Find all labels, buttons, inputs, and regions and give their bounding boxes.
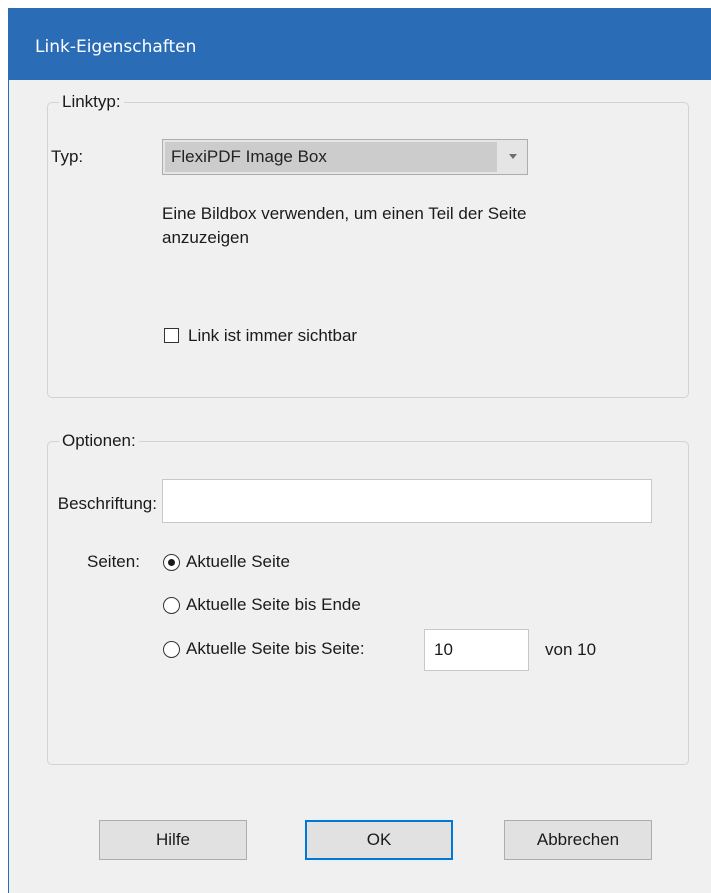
cancel-button[interactable]: Abbrechen — [504, 820, 652, 860]
to-page-input[interactable]: 10 — [424, 629, 529, 671]
radio-current-to-end[interactable] — [163, 597, 180, 614]
always-visible-label[interactable]: Link ist immer sichtbar — [188, 326, 357, 346]
caption-input[interactable] — [162, 479, 652, 523]
radio-current-to-page[interactable] — [163, 641, 180, 658]
radio-current-to-end-label[interactable]: Aktuelle Seite bis Ende — [186, 595, 361, 615]
chevron-down-icon — [509, 154, 517, 159]
of-pages-text: von 10 — [545, 640, 597, 659]
radio-current-page[interactable] — [163, 554, 180, 571]
caption-label-clip: Beschriftung: — [49, 489, 157, 519]
options-group-label: Optionen: — [59, 430, 139, 452]
radio-current-to-page-label[interactable]: Aktuelle Seite bis Seite: — [186, 639, 365, 659]
to-page-input-value: 10 — [434, 640, 453, 659]
type-description-line1: Eine Bildbox verwenden, um einen Teil de… — [162, 204, 527, 223]
window-title: Link-Eigenschaften — [35, 37, 197, 57]
linktype-group-label: Linktyp: — [59, 91, 124, 113]
radio-selected-dot — [168, 559, 175, 566]
type-dropdown-value: FlexiPDF Image Box — [171, 147, 327, 166]
pages-label: Seiten: — [87, 552, 140, 571]
type-description-line2: anzuzeigen — [162, 228, 249, 247]
type-label: Typ: — [51, 147, 84, 166]
caption-label: Beschriftung: — [57, 494, 157, 513]
title-bar[interactable]: Link-Eigenschaften — [9, 8, 711, 80]
always-visible-checkbox[interactable] — [164, 328, 179, 343]
type-dropdown[interactable]: FlexiPDF Image Box — [162, 139, 528, 175]
link-properties-dialog: Link-Eigenschaften Linktyp: Typ: FlexiPD… — [8, 8, 711, 893]
radio-current-page-label[interactable]: Aktuelle Seite — [186, 552, 290, 572]
help-button[interactable]: Hilfe — [99, 820, 247, 860]
ok-button[interactable]: OK — [305, 820, 453, 860]
